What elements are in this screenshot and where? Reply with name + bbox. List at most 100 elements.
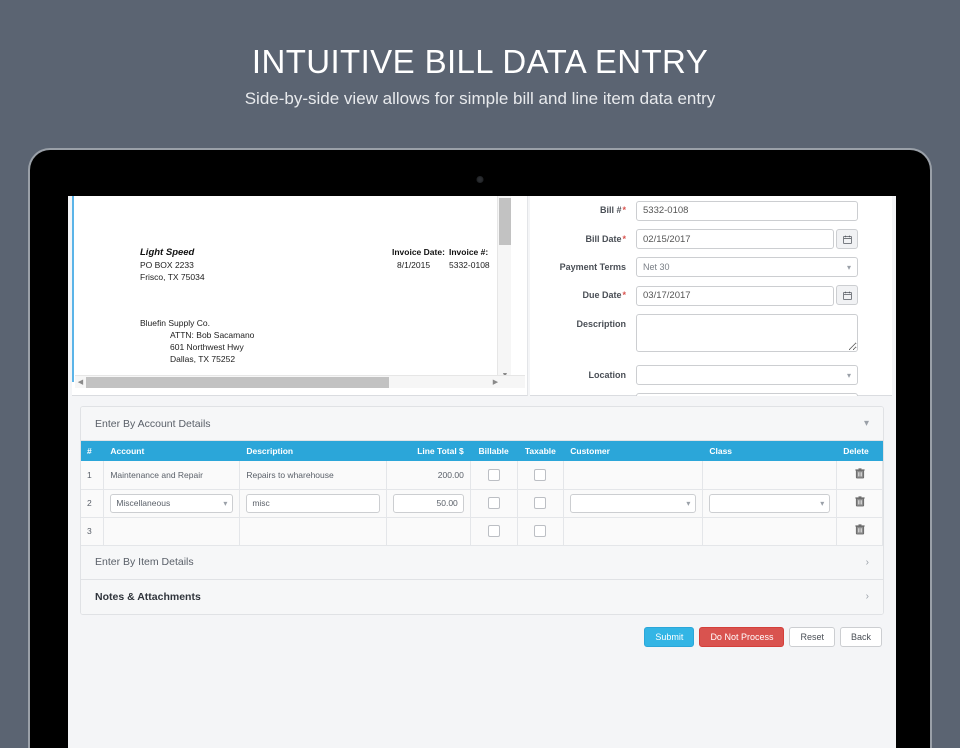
row-class[interactable] — [703, 461, 837, 489]
page-subtitle: Side-by-side view allows for simple bill… — [0, 86, 960, 112]
taxable-checkbox[interactable] — [534, 497, 546, 509]
location-label: Location — [530, 365, 636, 385]
trash-icon[interactable] — [855, 496, 865, 510]
form-row-payment-terms: Payment Terms Net 30 ▾ — [530, 257, 892, 277]
invoice-billto-city: Dallas, TX 75252 — [170, 354, 235, 366]
description-textarea[interactable] — [636, 314, 858, 352]
trash-icon[interactable] — [855, 524, 865, 538]
invoice-billto-attn: ATTN: Bob Sacamano — [170, 330, 254, 342]
payment-terms-select[interactable]: Net 30 ▾ — [636, 257, 858, 277]
row-customer[interactable] — [564, 461, 703, 489]
row-account-cell: Miscellaneous ▾ — [104, 489, 240, 517]
row-delete-cell — [837, 517, 883, 545]
due-date-input[interactable] — [636, 286, 834, 306]
invoice-horizontal-scrollbar[interactable]: ◀ ▶ — [75, 375, 525, 388]
reset-button[interactable]: Reset — [789, 627, 835, 647]
row-description[interactable] — [240, 517, 386, 545]
chevron-down-icon: ▾ — [847, 366, 851, 385]
vertical-scrollbar-thumb[interactable] — [499, 198, 511, 245]
horizontal-scrollbar-thumb[interactable] — [86, 377, 389, 388]
row-index: 2 — [81, 489, 104, 517]
calendar-icon[interactable] — [836, 285, 858, 305]
invoice-address-line2: Frisco, TX 75034 — [140, 272, 205, 284]
row-description[interactable]: Repairs to wharehouse — [240, 461, 386, 489]
chevron-down-icon[interactable]: ▾ — [864, 418, 869, 429]
required-marker: * — [622, 234, 626, 244]
row-index: 3 — [81, 517, 104, 545]
row-class[interactable] — [703, 517, 837, 545]
row-description-input[interactable] — [246, 494, 379, 513]
col-header-class: Class — [703, 441, 837, 461]
row-billable-cell — [470, 489, 517, 517]
taxable-checkbox[interactable] — [534, 525, 546, 537]
row-line-total-input[interactable] — [393, 494, 464, 513]
row-taxable-cell — [517, 489, 564, 517]
trash-icon[interactable] — [855, 468, 865, 482]
invoice-billto-company: Bluefin Supply Co. — [140, 318, 210, 330]
col-header-customer: Customer — [564, 441, 703, 461]
scroll-right-icon[interactable]: ▶ — [490, 377, 501, 388]
calendar-icon[interactable] — [836, 229, 858, 249]
due-date-label: Due Date* — [530, 285, 636, 305]
row-class-select[interactable]: ▾ — [709, 494, 830, 513]
row-account-select[interactable]: Miscellaneous ▾ — [110, 494, 233, 513]
scroll-left-icon[interactable]: ◀ — [75, 377, 86, 388]
location-control: ▾ — [636, 365, 858, 385]
viewer-accent-bar — [72, 196, 74, 382]
row-line-total[interactable]: 200.00 — [386, 461, 470, 489]
row-customer-select[interactable]: ▾ — [570, 494, 696, 513]
invoice-vertical-scrollbar[interactable]: ▼ — [497, 196, 511, 382]
do-not-process-button[interactable]: Do Not Process — [699, 627, 784, 647]
back-button[interactable]: Back — [840, 627, 882, 647]
bill-date-label: Bill Date* — [530, 229, 636, 249]
chevron-down-icon: ▾ — [820, 495, 824, 513]
form-row-description: Description — [530, 314, 892, 357]
due-date-label-text: Due Date — [582, 290, 621, 300]
form-row-bill-date: Bill Date* — [530, 229, 892, 250]
bill-date-label-text: Bill Date — [585, 234, 621, 244]
item-details-title: Enter By Item Details — [95, 556, 194, 568]
invoice-document-viewer[interactable]: Light Speed PO BOX 2233 Frisco, TX 75034… — [72, 196, 528, 396]
row-billable-cell — [470, 461, 517, 489]
row-customer[interactable] — [564, 517, 703, 545]
bill-date-control — [636, 229, 858, 250]
row-delete-cell — [837, 461, 883, 489]
col-header-billable: Billable — [470, 441, 517, 461]
submit-button[interactable]: Submit — [644, 627, 694, 647]
invoice-number-label: Invoice #: — [449, 247, 488, 257]
lower-region: Enter By Account Details ▾ # Account Des… — [68, 396, 896, 748]
payment-terms-value: Net 30 — [643, 262, 670, 272]
description-control — [636, 314, 858, 357]
bill-number-input[interactable] — [636, 201, 858, 221]
col-header-line-total: Line Total $ — [386, 441, 470, 461]
row-account[interactable] — [104, 517, 240, 545]
invoice-document-page: Light Speed PO BOX 2233 Frisco, TX 75034… — [75, 196, 512, 382]
billable-checkbox[interactable] — [488, 525, 500, 537]
row-customer-cell: ▾ — [564, 489, 703, 517]
row-description-cell — [240, 489, 386, 517]
location-select[interactable]: ▾ — [636, 365, 858, 385]
row-delete-cell — [837, 489, 883, 517]
billable-checkbox[interactable] — [488, 497, 500, 509]
camera-icon — [477, 176, 484, 183]
payment-terms-label: Payment Terms — [530, 257, 636, 277]
notes-attachments-header[interactable]: Notes & Attachments › — [81, 580, 883, 614]
bill-date-input[interactable] — [636, 229, 834, 249]
row-account[interactable]: Maintenance and Repair — [104, 461, 240, 489]
page-title: INTUITIVE BILL DATA ENTRY — [0, 40, 960, 84]
chevron-down-icon: ▾ — [847, 258, 851, 277]
action-button-bar: Submit Do Not Process Reset Back — [80, 627, 884, 647]
table-row: 2 Miscellaneous ▾ — [81, 489, 883, 517]
item-details-header[interactable]: Enter By Item Details › — [81, 546, 883, 580]
chevron-right-icon[interactable]: › — [866, 591, 869, 602]
billable-checkbox[interactable] — [488, 469, 500, 481]
table-header-row: # Account Description Line Total $ Billa… — [81, 441, 883, 461]
row-taxable-cell — [517, 517, 564, 545]
chevron-right-icon[interactable]: › — [866, 557, 869, 568]
invoice-billto-street: 601 Northwest Hwy — [170, 342, 244, 354]
row-billable-cell — [470, 517, 517, 545]
taxable-checkbox[interactable] — [534, 469, 546, 481]
row-line-total[interactable] — [386, 517, 470, 545]
row-line-total-cell — [386, 489, 470, 517]
account-details-header[interactable]: Enter By Account Details ▾ — [81, 407, 883, 441]
